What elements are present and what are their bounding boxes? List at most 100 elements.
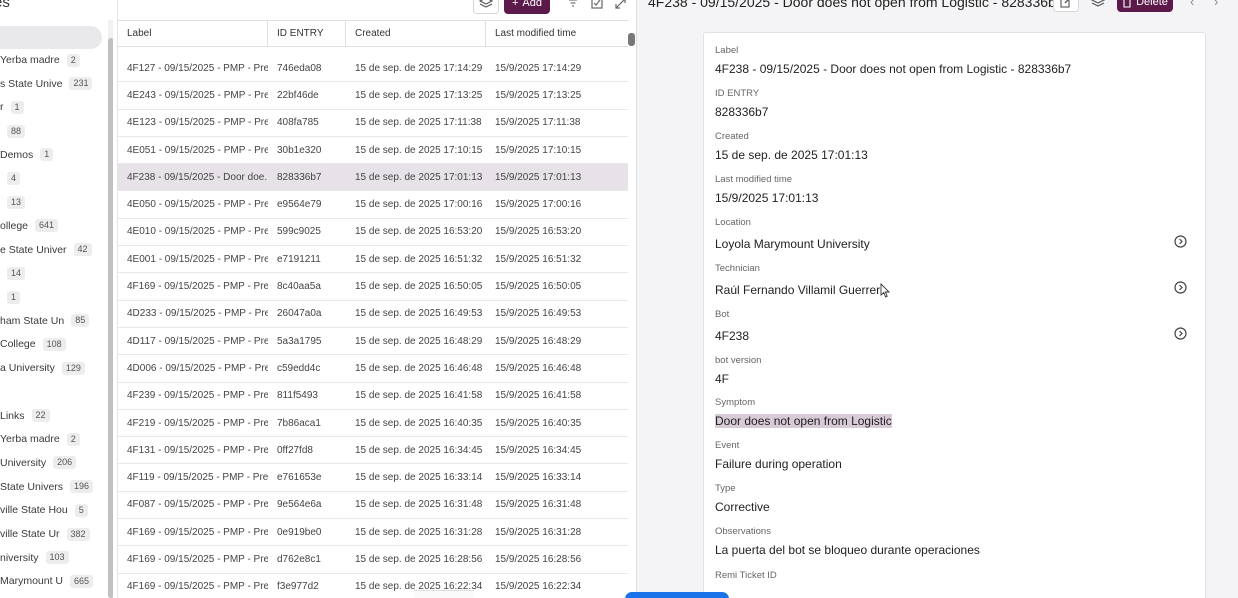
group-item-name: ville State Ur bbox=[0, 528, 60, 540]
group-item[interactable]: University 206 bbox=[0, 453, 77, 473]
cell-id-entry: 0e919be0 bbox=[277, 526, 322, 538]
table-row[interactable]: 4E123 - 09/15/2025 - PMP - Pre... 408fa78… bbox=[118, 110, 628, 137]
table-row[interactable]: 4F169 - 09/15/2025 - PMP - Pre... d762e8c… bbox=[118, 546, 628, 574]
field-value[interactable]: 4F238 bbox=[715, 329, 749, 343]
group-item-name: ham State Un bbox=[0, 314, 65, 327]
records-table-panel: + Add Label ID ENTRY Created Last modifi… bbox=[117, 0, 635, 598]
group-item[interactable]: r1 bbox=[0, 97, 24, 117]
group-item[interactable]: ville State Ur 382 bbox=[0, 524, 90, 544]
group-item-name: r bbox=[0, 101, 4, 114]
filter-button[interactable] bbox=[565, 0, 581, 14]
field-label: ID ENTRY bbox=[715, 88, 760, 99]
group-item-name: College bbox=[0, 338, 36, 351]
table-horizontal-scrollbar[interactable] bbox=[414, 590, 474, 598]
select-all-button[interactable] bbox=[589, 0, 605, 14]
cell-last-modified: 15/9/2025 17:10:15 bbox=[495, 144, 582, 156]
detail-layers-button[interactable] bbox=[1085, 0, 1111, 12]
group-item[interactable]: Yerba madre 2 bbox=[0, 429, 80, 449]
table-row[interactable]: 4F131 - 09/15/2025 - PMP - Pre... 0ff27fd… bbox=[118, 437, 628, 465]
open-location-link-icon[interactable] bbox=[1174, 235, 1187, 248]
group-item[interactable]: ville State Hou 5 bbox=[0, 500, 88, 520]
table-row[interactable]: 4E010 - 09/15/2025 - PMP - Pre... 599c902… bbox=[118, 219, 628, 247]
field-value[interactable]: 15/9/2025 17:01:13 bbox=[715, 191, 818, 205]
floating-action-pill[interactable] bbox=[625, 592, 729, 598]
table-row[interactable]: 4E050 - 09/15/2025 - PMP - Pre... e9564e7… bbox=[118, 191, 628, 219]
group-item[interactable]: Yerba madre 2 bbox=[0, 50, 80, 70]
expand-button[interactable] bbox=[612, 0, 628, 14]
cell-last-modified: 15/9/2025 17:00:16 bbox=[495, 199, 582, 211]
group-item[interactable]: ollege 641 bbox=[0, 216, 59, 236]
column-header-last-modified[interactable]: Last modified time bbox=[486, 21, 628, 46]
cell-id-entry: 7b86aca1 bbox=[277, 417, 321, 429]
mouse-cursor-icon bbox=[880, 283, 890, 298]
field-value[interactable]: 4F bbox=[715, 372, 729, 386]
cell-label: 4F169 - 09/15/2025 - PMP - Pre... bbox=[127, 281, 268, 293]
column-header-label[interactable]: Label bbox=[118, 21, 268, 46]
table-row[interactable]: 4E243 - 09/15/2025 - PMP - Pre... 22bf46d… bbox=[118, 82, 628, 110]
open-technician-link-icon[interactable] bbox=[1174, 281, 1187, 294]
group-item[interactable]: niversity 103 bbox=[0, 548, 69, 568]
table-row[interactable]: 4F169 - 09/15/2025 - PMP - Pre... 0e919be… bbox=[118, 519, 628, 547]
layers-button[interactable] bbox=[473, 0, 499, 14]
group-item[interactable]: Demos 1 bbox=[0, 145, 54, 165]
group-item[interactable]: Links 22 bbox=[0, 406, 50, 426]
field-value[interactable]: 828336b7 bbox=[715, 105, 768, 119]
add-button[interactable]: + Add bbox=[504, 0, 550, 14]
column-header-created[interactable]: Created bbox=[346, 21, 486, 46]
group-item[interactable]: 88 bbox=[0, 121, 26, 141]
table-row[interactable]: 4D006 - 09/15/2025 - PMP - Pre... c59edd4… bbox=[118, 355, 628, 383]
field-value[interactable]: Raúl Fernando Villamil Guerrero bbox=[715, 283, 887, 297]
field-value[interactable]: 4F238 - 09/15/2025 - Door does not open … bbox=[715, 62, 1071, 76]
field-value[interactable]: 15 de sep. de 2025 17:01:13 bbox=[715, 148, 868, 162]
group-item-name: s State Unive bbox=[0, 77, 63, 90]
table-row[interactable]: 4F087 - 09/15/2025 - PMP - Pre... 9e564e6… bbox=[118, 492, 628, 520]
field-value[interactable]: Failure during operation bbox=[715, 457, 842, 471]
group-item-name: ville State Hou bbox=[0, 504, 68, 517]
cell-label: 4F087 - 09/15/2025 - PMP - Pre... bbox=[127, 499, 268, 511]
group-item[interactable]: 13 bbox=[0, 192, 26, 212]
table-row[interactable]: 4F169 - 09/15/2025 - PMP - Pre... 8c40aa5… bbox=[118, 273, 628, 301]
table-row[interactable]: 4F127 - 09/15/2025 - PMP - Pre... 746eda0… bbox=[118, 55, 628, 83]
table-row[interactable]: 4E001 - 09/15/2025 - PMP - Pre... e719121… bbox=[118, 246, 628, 274]
column-header-id-entry[interactable]: ID ENTRY bbox=[268, 21, 346, 46]
open-bot-link-icon[interactable] bbox=[1174, 327, 1187, 340]
record-detail-panel: 4F238 - 09/15/2025 - Door does not open … bbox=[636, 0, 1238, 598]
previous-record-button[interactable]: ‹ bbox=[1190, 0, 1194, 9]
table-row[interactable]: 4D117 - 09/15/2025 - PMP - Pre... 5a3a179… bbox=[118, 328, 628, 356]
table-row[interactable]: 4F169 - 09/15/2025 - PMP - Pre... f3e977d… bbox=[118, 574, 628, 598]
group-item[interactable]: ham State Un 85 bbox=[0, 311, 90, 331]
group-item[interactable]: e State Univer 42 bbox=[0, 240, 92, 260]
delete-button[interactable]: Delete bbox=[1117, 0, 1173, 12]
field-value[interactable]: Loyola Marymount University bbox=[715, 237, 870, 251]
trash-icon bbox=[1123, 0, 1131, 8]
table-row[interactable]: 4E051 - 09/15/2025 - PMP - Pre... 30b1e32… bbox=[118, 137, 628, 165]
field-value[interactable]: Corrective bbox=[715, 500, 770, 514]
field-value[interactable]: La puerta del bot se bloqueo durante ope… bbox=[715, 543, 980, 557]
cell-last-modified: 15/9/2025 16:48:29 bbox=[495, 335, 582, 347]
group-item[interactable]: State Univers 196 bbox=[0, 477, 94, 497]
cell-created: 15 de sep. de 2025 16:51:32 bbox=[355, 253, 483, 265]
cell-id-entry: d762e8c1 bbox=[277, 553, 321, 565]
group-count-badge: 5 bbox=[74, 503, 88, 517]
cell-last-modified: 15/9/2025 16:22:34 bbox=[495, 581, 582, 593]
field-value[interactable]: Door does not open from Logistic bbox=[715, 414, 892, 428]
group-item[interactable]: 4 bbox=[0, 169, 21, 189]
table-scrollbar-thumb[interactable] bbox=[628, 33, 635, 46]
table-row-selected[interactable]: 4F238 - 09/15/2025 - Door doe... 828336b7… bbox=[118, 164, 628, 192]
group-item[interactable]: s State Unive 231 bbox=[0, 74, 93, 94]
table-row[interactable]: 4F219 - 09/15/2025 - PMP - Pre... 7b86aca… bbox=[118, 410, 628, 438]
table-row[interactable]: 4F239 - 09/15/2025 - PMP - Pre... 811f549… bbox=[118, 383, 628, 410]
cell-created: 15 de sep. de 2025 17:13:25 bbox=[355, 89, 483, 101]
group-item[interactable]: 1 bbox=[0, 287, 21, 307]
next-record-button[interactable]: › bbox=[1214, 0, 1218, 9]
table-row[interactable]: 4D233 - 09/15/2025 - PMP - Pre... 26047a0… bbox=[118, 301, 628, 328]
group-item[interactable]: College 108 bbox=[0, 334, 66, 354]
sidebar-scrollbar-thumb[interactable] bbox=[108, 38, 113, 598]
cell-label: 4D233 - 09/15/2025 - PMP - Pre... bbox=[127, 308, 268, 320]
table-row[interactable]: 4F119 - 09/15/2025 - PMP - Pre... e761653… bbox=[118, 464, 628, 492]
group-item[interactable]: a University 129 bbox=[0, 358, 85, 378]
group-item[interactable]: Marymount U 665 bbox=[0, 571, 94, 591]
cell-id-entry: f3e977d2 bbox=[277, 581, 319, 593]
group-item[interactable]: 14 bbox=[0, 263, 26, 283]
edit-button[interactable] bbox=[1053, 0, 1079, 12]
